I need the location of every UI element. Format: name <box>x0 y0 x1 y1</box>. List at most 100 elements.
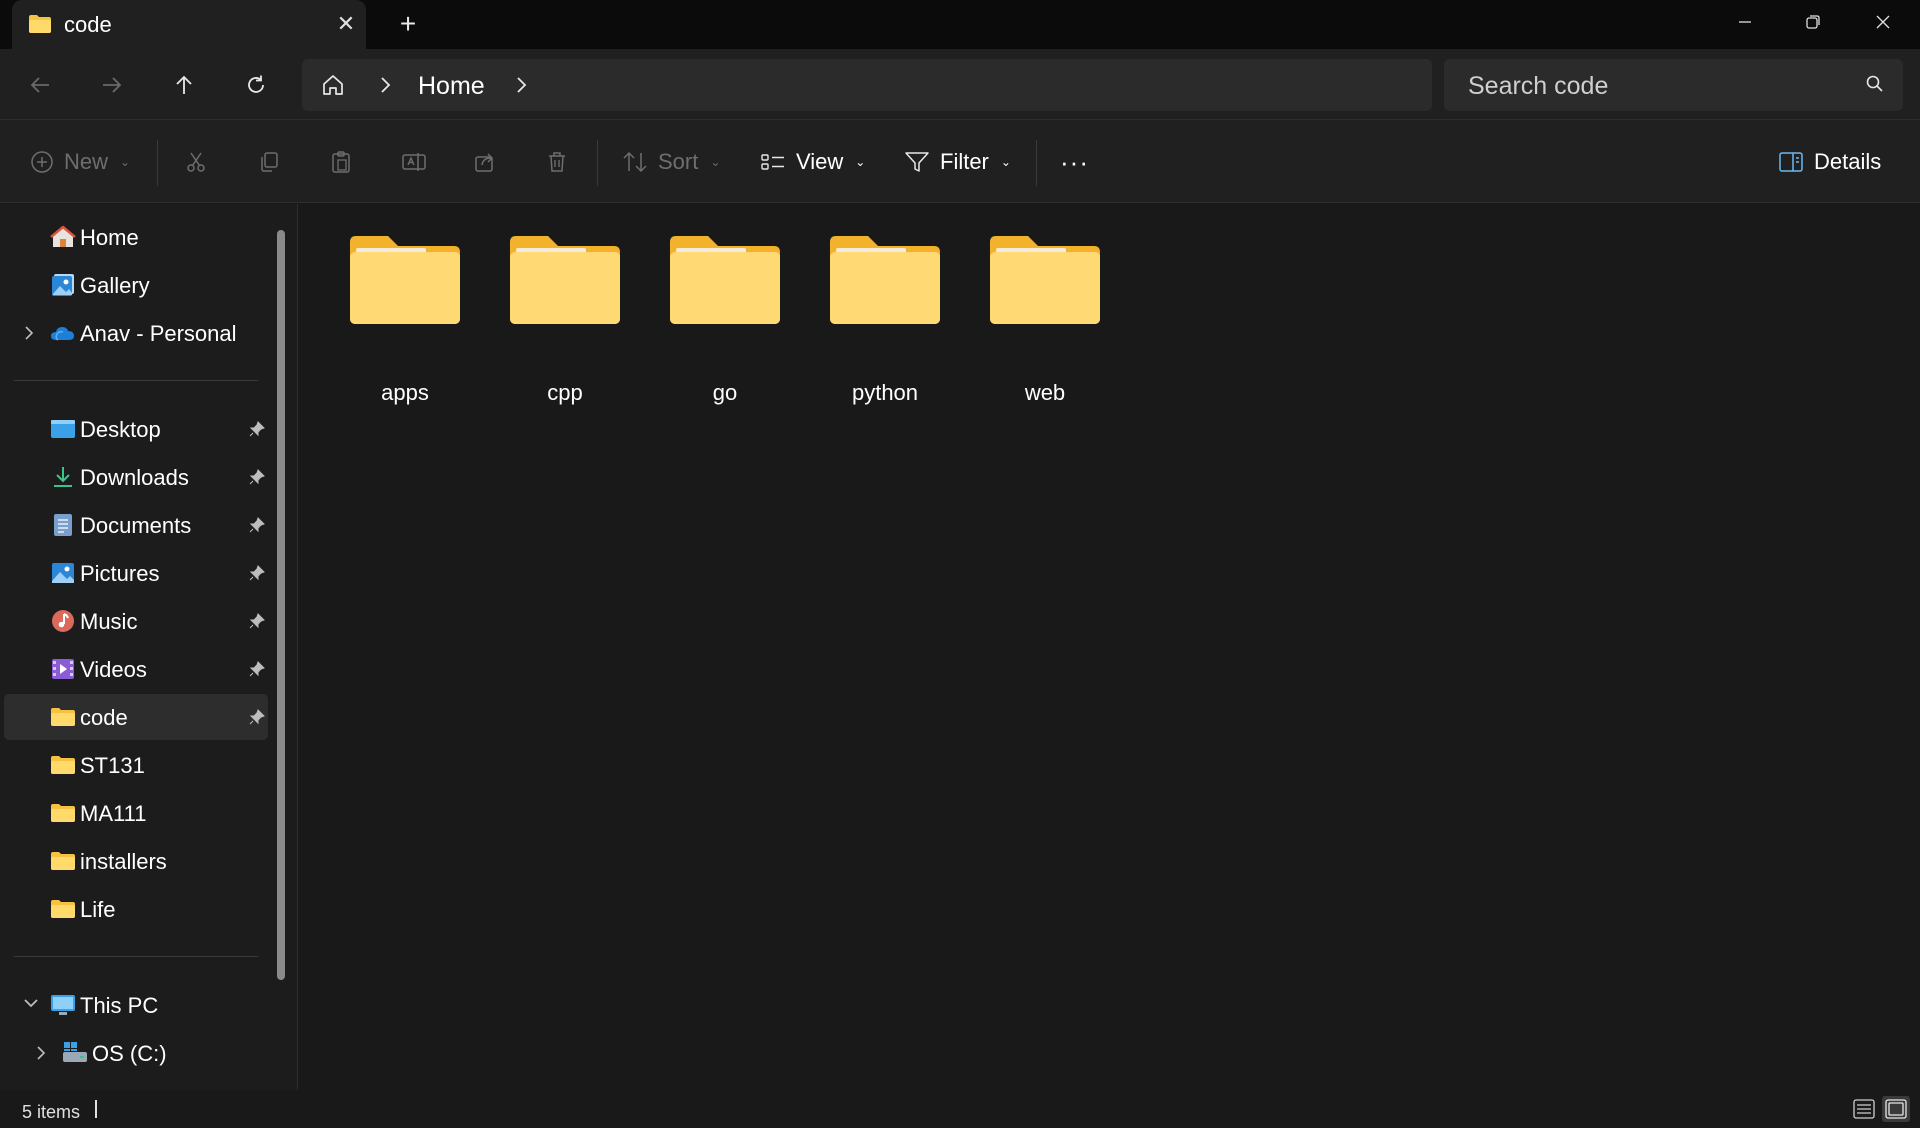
sidebar-item-label: Gallery <box>80 273 150 298</box>
sidebar-item-gallery[interactable]: Gallery <box>4 262 268 308</box>
sidebar-item-st131[interactable]: ST131 <box>4 742 268 788</box>
tab-code[interactable]: code ✕ <box>12 0 366 49</box>
share-icon <box>475 153 494 172</box>
sort-button[interactable]: Sort ⌄ <box>622 144 720 180</box>
folder-icon <box>830 236 940 324</box>
sidebar-item-label: code <box>80 705 128 730</box>
search-icon[interactable] <box>1865 74 1885 99</box>
arrow-up-icon <box>176 75 192 94</box>
chevron-right-icon[interactable] <box>376 75 394 100</box>
folder-name: apps <box>381 380 429 405</box>
sidebar-item-label: Pictures <box>80 561 160 586</box>
rename-button[interactable] <box>401 144 427 180</box>
sidebar-item-installers[interactable]: installers <box>4 838 268 884</box>
sidebar-item-label: Home <box>80 225 139 250</box>
sidebar-item-label: Downloads <box>80 465 189 490</box>
folder-name: cpp <box>547 380 583 405</box>
cut-button[interactable] <box>184 144 208 180</box>
sidebar-item-home[interactable]: Home <box>4 214 268 260</box>
large-icons-view-button[interactable] <box>1882 1096 1910 1122</box>
details-button[interactable]: Details <box>1778 144 1881 180</box>
sidebar-item-this-pc[interactable]: This PC <box>4 982 268 1028</box>
sidebar-item-os-c[interactable]: OS (C:) <box>4 1030 268 1076</box>
sidebar-item-music[interactable]: Music <box>4 598 268 644</box>
status-divider <box>95 1100 97 1118</box>
pin-icon <box>249 565 265 581</box>
sidebar-item-videos[interactable]: Videos <box>4 646 268 692</box>
pictures-icon <box>52 563 74 583</box>
pin-icon <box>249 421 265 437</box>
sidebar-item-downloads[interactable]: Downloads <box>4 454 268 500</box>
chevron-right-icon <box>37 1046 46 1060</box>
sidebar-item-desktop[interactable]: Desktop <box>4 406 268 452</box>
sidebar-item-label: Videos <box>80 657 147 682</box>
chevron-down-icon: ⌄ <box>710 155 721 169</box>
folder-icon <box>51 756 75 774</box>
back-button[interactable] <box>20 65 60 105</box>
folder-name: go <box>712 380 738 405</box>
address-bar[interactable]: Home <box>302 59 1432 111</box>
details-view-button[interactable] <box>1850 1096 1878 1122</box>
search-input[interactable]: Search code <box>1444 59 1903 111</box>
new-button[interactable]: New ⌄ <box>30 144 130 180</box>
sidebar-item-label: installers <box>80 849 167 874</box>
refresh-icon <box>248 75 264 93</box>
arrow-left-icon <box>30 77 49 93</box>
minimize-button[interactable] <box>1710 0 1780 44</box>
sidebar-item-label: OS (C:) <box>92 1041 167 1066</box>
view-label: View <box>796 149 844 174</box>
folder-item-cpp[interactable]: cpp <box>492 230 638 405</box>
folder-icon <box>51 804 75 822</box>
close-tab-icon[interactable]: ✕ <box>332 10 360 38</box>
copy-button[interactable] <box>257 144 281 180</box>
new-label: New <box>64 149 109 174</box>
close-window-button[interactable] <box>1848 0 1918 44</box>
folder-icon <box>28 14 52 39</box>
folder-icon <box>990 236 1100 324</box>
up-button[interactable] <box>164 65 204 105</box>
sidebar-divider <box>14 956 258 957</box>
chevron-right-icon[interactable] <box>512 75 530 100</box>
restore-button[interactable] <box>1778 0 1848 44</box>
pin-icon <box>249 469 265 485</box>
filter-button[interactable]: Filter ⌄ <box>904 144 1011 180</box>
home-icon[interactable] <box>320 72 346 103</box>
folder-item-go[interactable]: go <box>652 230 798 405</box>
folder-item-apps[interactable]: apps <box>332 230 478 405</box>
sidebar-item-label: Anav - Personal <box>80 321 237 346</box>
forward-button[interactable] <box>92 65 132 105</box>
paste-button[interactable] <box>329 144 353 180</box>
breadcrumb-home[interactable]: Home <box>418 72 485 101</box>
music-icon <box>52 610 74 632</box>
view-button[interactable]: View ⌄ <box>760 144 865 180</box>
navigation-pane: Home Gallery Anav - Personal Desktop Dow… <box>0 204 298 1090</box>
folder-item-web[interactable]: web <box>972 230 1118 405</box>
folder-icon <box>350 236 460 324</box>
sidebar-scrollbar[interactable] <box>277 230 285 980</box>
share-button[interactable] <box>473 144 497 180</box>
sidebar-item-life[interactable]: Life <box>4 886 268 932</box>
new-tab-button[interactable]: + <box>392 8 424 40</box>
sidebar-item-documents[interactable]: Documents <box>4 502 268 548</box>
chevron-down-icon: ⌄ <box>120 155 131 169</box>
folder-icon <box>51 852 75 870</box>
sidebar-item-pictures[interactable]: Pictures <box>4 550 268 596</box>
divider <box>1036 140 1037 186</box>
sidebar-item-onedrive[interactable]: Anav - Personal <box>4 310 268 356</box>
more-options-button[interactable]: ··· <box>1060 144 1089 180</box>
tiles-view-icon <box>1885 1099 1907 1119</box>
folder-item-python[interactable]: python <box>812 230 958 405</box>
chevron-down-icon: ⌄ <box>1000 155 1011 169</box>
folder-icon <box>51 708 75 726</box>
folder-icon <box>51 900 75 918</box>
sidebar-item-ma111[interactable]: MA111 <box>4 790 268 836</box>
filter-label: Filter <box>940 149 989 174</box>
drive-icon <box>63 1042 87 1062</box>
details-pane-icon <box>1779 152 1803 172</box>
divider <box>597 140 598 186</box>
sidebar-item-code[interactable]: code <box>4 694 268 740</box>
command-bar: New ⌄ Sort ⌄ View ⌄ Filter ⌄ ··· Details <box>0 120 1920 203</box>
refresh-button[interactable] <box>236 65 276 105</box>
delete-button[interactable] <box>545 144 569 180</box>
sidebar-divider <box>14 380 258 381</box>
